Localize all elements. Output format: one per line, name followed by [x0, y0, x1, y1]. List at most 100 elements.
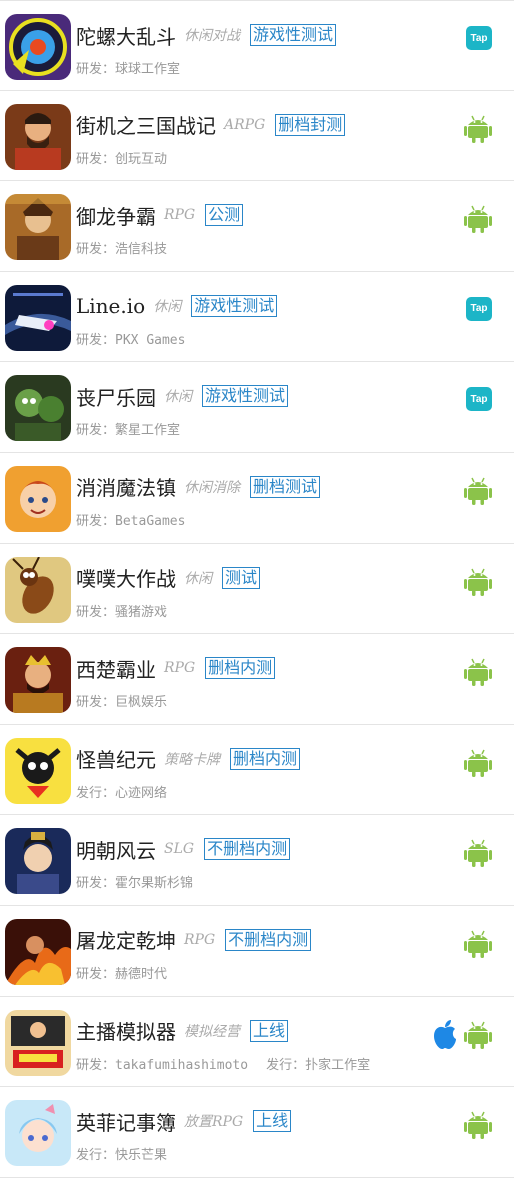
status-badge: 游戏性测试	[250, 24, 337, 46]
credit-line: 研发：球球工作室	[76, 58, 180, 77]
game-row[interactable]: 陀螺大乱斗 休闲对战 游戏性测试研发：球球工作室 Tap	[0, 0, 514, 91]
game-row[interactable]: 消消魔法镇 休闲消除 删档测试 研发：BetaGames	[0, 453, 514, 544]
platform-icons	[464, 475, 492, 505]
android-icon[interactable]	[464, 203, 492, 234]
game-icon[interactable]	[5, 465, 71, 532]
credit-line: 研发：骚猪游戏	[76, 601, 167, 620]
game-row[interactable]: 西楚霸业 RPG 删档内测 研发：巨枫娱乐	[0, 634, 514, 725]
title-line: Line.io 休闲 游戏性测试	[76, 291, 434, 321]
status-badge: 上线	[253, 1110, 292, 1133]
credit-line: 研发：浩信科技	[76, 238, 167, 257]
game-icon[interactable]	[5, 1100, 71, 1167]
credit-label: 研发：	[76, 423, 116, 439]
title-line: 明朝风云 SLG 不删档内测	[76, 834, 434, 864]
credit-value: 繁星工作室	[115, 423, 181, 439]
platform-icons	[464, 656, 492, 687]
game-name[interactable]: 丧尸乐园	[76, 382, 156, 411]
android-icon[interactable]	[464, 928, 492, 958]
android-icon[interactable]	[464, 837, 492, 868]
game-row[interactable]: 英菲记事簿 放置RPG 上线 发行：快乐芒果	[0, 1087, 514, 1178]
game-name[interactable]: 噗噗大作战	[76, 563, 176, 592]
credit-line: 研发：创玩互动	[76, 148, 167, 167]
android-icon[interactable]	[464, 566, 492, 596]
game-name[interactable]: 消消魔法镇	[76, 472, 176, 501]
game-icon[interactable]	[5, 737, 71, 804]
status-badge: 删档内测	[230, 747, 301, 770]
apple-icon[interactable]	[432, 1019, 458, 1049]
game-name[interactable]: 西楚霸业	[76, 654, 156, 683]
game-list: 陀螺大乱斗 休闲对战 游戏性测试 研发：球球工作室 Tap 街机之三国战记 ARPG 删档封测…	[0, 0, 514, 1178]
status-badge: 上线	[250, 1019, 289, 1042]
android-icon[interactable]	[464, 747, 492, 777]
game-row[interactable]: 噗噗大作战 休闲 测试研发：骚猪游戏	[0, 544, 514, 635]
credit-value: 浩信科技	[115, 242, 168, 258]
game-icon[interactable]	[5, 828, 71, 895]
credit-label: 发行：	[76, 785, 116, 801]
android-icon[interactable]	[464, 113, 492, 143]
game-icon[interactable]	[5, 647, 71, 714]
platform-icons	[464, 1109, 492, 1140]
credit-label: 研发：	[76, 62, 116, 77]
credit-value: 骚猪游戏	[115, 604, 168, 620]
platform-icons: Tap	[466, 384, 492, 414]
credit-value: 创玩互动	[115, 151, 168, 167]
tap-icon[interactable]: Tap	[466, 387, 492, 412]
game-name[interactable]: Line.io	[76, 294, 145, 318]
credit-value: 巨枫娱乐	[115, 695, 168, 711]
game-row[interactable]: Line.io 休闲 游戏性测试 研发：PKX Games Tap	[0, 272, 514, 363]
android-icon[interactable]	[464, 1019, 492, 1049]
game-row[interactable]: 街机之三国战记 ARPG 删档封测 研发：创玩互动	[0, 91, 514, 182]
game-row[interactable]: 怪兽纪元 策略卡牌 删档内测发行：心迹网络	[0, 725, 514, 816]
android-icon[interactable]	[464, 475, 492, 505]
status-badge: 删档内测	[205, 657, 276, 680]
credit-line: 发行：心迹网络	[76, 782, 167, 801]
title-line: 御龙争霸 RPG 公测	[76, 200, 434, 230]
game-icon[interactable]	[5, 375, 71, 442]
credit-value: 快乐芒果	[115, 1148, 168, 1164]
game-icon[interactable]	[5, 556, 71, 623]
android-icon[interactable]	[464, 1109, 492, 1140]
game-icon[interactable]	[5, 103, 71, 170]
game-name[interactable]: 怪兽纪元	[76, 744, 156, 773]
title-line: 屠龙定乾坤 RPG 不删档内测	[76, 925, 434, 955]
game-name[interactable]: 主播模拟器	[76, 1016, 176, 1045]
android-icon[interactable]	[464, 656, 492, 687]
credit-value: PKX Games	[115, 332, 186, 348]
game-genre: 休闲	[153, 298, 182, 315]
game-row[interactable]: 丧尸乐园 休闲 游戏性测试 研发：繁星工作室 Tap	[0, 362, 514, 453]
credit-line: 研发：PKX Games	[76, 329, 185, 348]
game-icon[interactable]	[5, 918, 71, 985]
game-name[interactable]: 陀螺大乱斗	[76, 21, 176, 50]
game-icon[interactable]	[5, 194, 71, 261]
title-line: 消消魔法镇 休闲消除 删档测试	[76, 472, 434, 502]
platform-icons	[432, 1019, 492, 1049]
title-line: 怪兽纪元 策略卡牌 删档内测	[76, 744, 434, 774]
game-name[interactable]: 街机之三国战记	[76, 110, 216, 139]
game-name[interactable]: 御龙争霸	[76, 201, 156, 230]
platform-icons	[464, 113, 492, 143]
game-name[interactable]: 明朝风云	[76, 835, 156, 864]
platform-icons: Tap	[466, 23, 492, 53]
platform-icons	[464, 747, 492, 777]
credit-label: 研发：	[76, 332, 116, 348]
game-genre: RPG	[164, 207, 196, 224]
title-line: 噗噗大作战 休闲 测试	[76, 563, 434, 593]
game-name[interactable]: 英菲记事簿	[76, 1107, 176, 1136]
game-row[interactable]: 屠龙定乾坤 RPG 不删档内测 研发：赫德时代	[0, 906, 514, 997]
status-badge: 游戏性测试	[202, 385, 289, 408]
tap-icon[interactable]: Tap	[466, 26, 492, 50]
credit-value: takafumihashimoto	[115, 1057, 249, 1073]
game-row[interactable]: 主播模拟器 模拟经营 上线 研发：takafumihashimoto 发行：扑家工作室	[0, 997, 514, 1088]
game-icon[interactable]	[5, 14, 71, 80]
credit2-value: 扑家工作室	[305, 1057, 371, 1073]
game-icon[interactable]	[5, 284, 71, 351]
credit-label: 研发：	[76, 966, 116, 982]
credit-line: 研发：繁星工作室	[76, 419, 180, 438]
game-name[interactable]: 屠龙定乾坤	[76, 925, 176, 954]
game-icon[interactable]	[5, 1009, 71, 1076]
platform-icons	[464, 928, 492, 958]
game-row[interactable]: 御龙争霸 RPG 公测 研发：浩信科技	[0, 181, 514, 272]
game-row[interactable]: 明朝风云 SLG 不删档内测 研发：霍尔果斯杉锦	[0, 815, 514, 906]
game-genre: 休闲对战	[184, 28, 240, 44]
tap-icon[interactable]: Tap	[466, 296, 492, 321]
